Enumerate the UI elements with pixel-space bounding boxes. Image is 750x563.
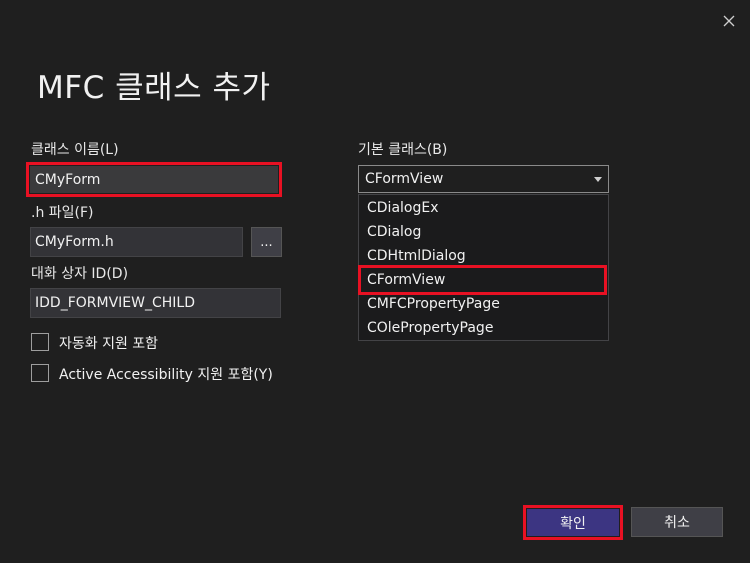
base-class-selected: CFormView — [365, 171, 444, 187]
dropdown-option-cdhtmldialog[interactable]: CDHtmlDialog — [367, 248, 466, 264]
accessibility-checkbox[interactable] — [31, 364, 49, 382]
dropdown-option-cdialogex[interactable]: CDialogEx — [367, 200, 439, 216]
h-file-input[interactable]: CMyForm.h — [30, 227, 243, 257]
cancel-button[interactable]: 취소 — [631, 507, 723, 537]
close-button[interactable] — [718, 10, 740, 32]
ok-button[interactable]: 확인 — [527, 509, 619, 536]
close-icon — [723, 15, 735, 27]
dropdown-option-cdialog[interactable]: CDialog — [367, 224, 421, 240]
cformview-highlight — [358, 265, 607, 295]
accessibility-checkbox-label: Active Accessibility 지원 포함(Y) — [59, 367, 273, 383]
h-file-label: .h 파일(F) — [31, 205, 94, 221]
base-class-label: 기본 클래스(B) — [358, 142, 448, 158]
class-name-input[interactable]: CMyForm — [30, 166, 278, 193]
base-class-combobox[interactable]: CFormView — [358, 165, 609, 193]
dropdown-option-colepropertypage[interactable]: COlePropertyPage — [367, 320, 493, 336]
dialog-id-label: 대화 상자 ID(D) — [31, 266, 129, 282]
browse-button[interactable]: ... — [251, 227, 282, 257]
class-name-label: 클래스 이름(L) — [31, 142, 119, 158]
dialog-title: MFC 클래스 추가 — [37, 70, 271, 106]
automation-checkbox-label: 자동화 지원 포함 — [59, 336, 159, 352]
dropdown-option-cmfcpropertypage[interactable]: CMFCPropertyPage — [367, 296, 500, 312]
automation-checkbox[interactable] — [31, 333, 49, 351]
dialog-id-input[interactable]: IDD_FORMVIEW_CHILD — [30, 288, 281, 318]
chevron-down-icon — [594, 177, 602, 182]
